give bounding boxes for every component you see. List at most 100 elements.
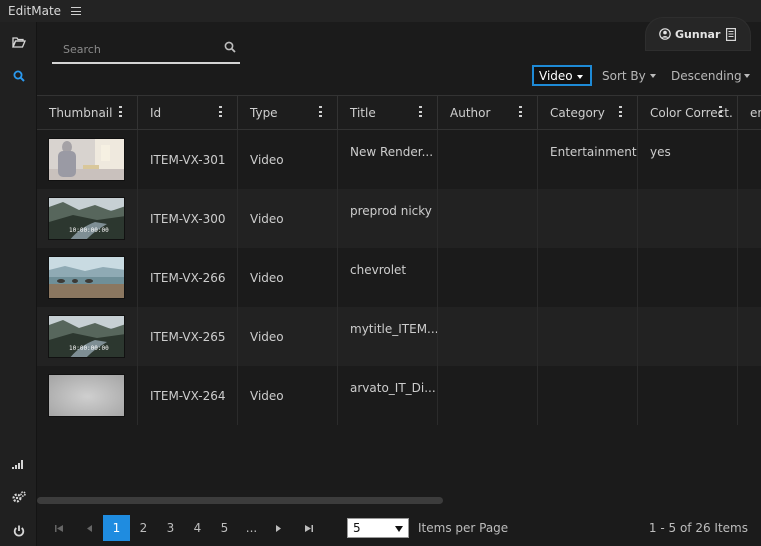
items-range-text: 1 - 5 of 26 Items xyxy=(648,521,748,535)
search-box xyxy=(52,36,240,64)
triangle-down-icon xyxy=(395,526,403,532)
color-correct-cell xyxy=(638,248,738,307)
column-header-color-correct[interactable]: Color Correct. xyxy=(638,96,738,130)
video-thumbnail[interactable]: 10:00:00:00 xyxy=(48,197,125,240)
timecode-label: 10:00:00:00 xyxy=(69,227,109,234)
column-header-id[interactable]: Id xyxy=(138,96,238,130)
gears-icon[interactable] xyxy=(0,482,37,512)
next-page-icon[interactable] xyxy=(265,515,292,541)
column-header-type[interactable]: Type xyxy=(238,96,338,130)
author-cell xyxy=(438,366,538,425)
video-thumbnail[interactable] xyxy=(48,256,125,299)
caret-down-icon xyxy=(577,75,583,79)
color-correct-cell xyxy=(638,307,738,366)
first-page-icon[interactable] xyxy=(45,515,72,541)
timecode-label: 10:00:00:00 xyxy=(69,345,109,352)
horizontal-scrollbar[interactable] xyxy=(37,497,443,504)
id-cell: ITEM-VX-264 xyxy=(138,366,238,425)
id-cell: ITEM-VX-300 xyxy=(138,189,238,248)
page-button-2[interactable]: 2 xyxy=(130,515,157,541)
type-filter-value: Video xyxy=(539,68,573,83)
id-cell: ITEM-VX-301 xyxy=(138,130,238,189)
user-menu[interactable]: Gunnar xyxy=(645,17,751,51)
column-menu-icon[interactable] xyxy=(319,106,322,117)
type-cell: Video xyxy=(238,189,338,248)
sort-order-dropdown[interactable]: Descending xyxy=(671,69,750,83)
items-per-page-label: Items per Page xyxy=(418,521,509,535)
author-cell xyxy=(438,130,538,189)
column-header-thumbnail[interactable]: Thumbnail xyxy=(37,96,138,130)
color-correct-cell: yes xyxy=(638,130,738,189)
page-button-3[interactable]: 3 xyxy=(157,515,184,541)
app-title: EditMate xyxy=(8,4,62,18)
caret-down-icon xyxy=(650,74,656,78)
video-thumbnail[interactable]: 10:00:00:00 xyxy=(48,315,125,358)
power-icon[interactable] xyxy=(0,516,37,546)
column-header-title[interactable]: Title xyxy=(338,96,438,130)
title-cell: preprod nicky xyxy=(338,189,438,248)
search-icon[interactable] xyxy=(224,41,236,53)
items-per-page-value: 5 xyxy=(353,521,361,535)
sort-by-label: Sort By xyxy=(602,69,646,83)
column-menu-icon[interactable] xyxy=(619,106,622,117)
category-cell xyxy=(538,189,638,248)
page-ellipsis[interactable]: ... xyxy=(238,515,265,541)
column-menu-icon[interactable] xyxy=(219,106,222,117)
search-input[interactable] xyxy=(63,39,213,59)
type-cell: Video xyxy=(238,130,338,189)
folder-open-icon[interactable] xyxy=(0,27,37,57)
column-menu-icon[interactable] xyxy=(119,106,122,117)
items-table: Thumbnail Id Type Title Author Category … xyxy=(37,95,761,425)
title-cell: chevrolet xyxy=(338,248,438,307)
table-row[interactable]: ITEM-VX-301 Video New Render... Entertai… xyxy=(37,130,761,189)
prev-page-icon[interactable] xyxy=(76,515,103,541)
top-bar: EditMate xyxy=(0,0,761,22)
thumbnail-cell: 10:00:00:00 xyxy=(37,307,138,366)
page-button-4[interactable]: 4 xyxy=(184,515,211,541)
en-cell xyxy=(738,366,761,425)
category-cell xyxy=(538,307,638,366)
sort-by-dropdown[interactable]: Sort By xyxy=(602,69,656,83)
column-header-author[interactable]: Author xyxy=(438,96,538,130)
thumbnail-cell xyxy=(37,248,138,307)
color-correct-cell xyxy=(638,189,738,248)
type-cell: Video xyxy=(238,248,338,307)
title-cell: arvato_IT_Di... xyxy=(338,366,438,425)
table-row[interactable]: ITEM-VX-264 Video arvato_IT_Di... xyxy=(37,366,761,425)
category-cell xyxy=(538,248,638,307)
author-cell xyxy=(438,307,538,366)
type-filter-select[interactable]: Video xyxy=(532,65,592,86)
last-page-icon[interactable] xyxy=(295,515,322,541)
page-button-1[interactable]: 1 xyxy=(103,515,130,541)
video-thumbnail[interactable] xyxy=(48,374,125,417)
column-menu-icon[interactable] xyxy=(419,106,422,117)
en-cell xyxy=(738,130,761,189)
type-cell: Video xyxy=(238,307,338,366)
author-cell xyxy=(438,189,538,248)
page-button-5[interactable]: 5 xyxy=(211,515,238,541)
category-cell: Entertainment xyxy=(538,130,638,189)
left-nav-rail xyxy=(0,22,37,546)
color-correct-cell xyxy=(638,366,738,425)
table-row[interactable]: ITEM-VX-266 Video chevrolet xyxy=(37,248,761,307)
thumbnail-cell xyxy=(37,130,138,189)
user-name: Gunnar xyxy=(675,27,721,41)
id-cell: ITEM-VX-265 xyxy=(138,307,238,366)
video-thumbnail[interactable] xyxy=(48,138,125,181)
column-header-en[interactable]: en xyxy=(738,96,761,130)
hamburger-menu-icon[interactable] xyxy=(71,7,82,15)
column-header-category[interactable]: Category xyxy=(538,96,638,130)
user-circle-icon xyxy=(659,28,671,40)
document-icon[interactable] xyxy=(726,28,736,41)
signal-bars-icon[interactable] xyxy=(0,449,37,479)
table-row[interactable]: 10:00:00:00 ITEM-VX-265 Video mytitle_IT… xyxy=(37,307,761,366)
en-cell xyxy=(738,307,761,366)
search-icon[interactable] xyxy=(0,61,37,91)
table-header: Thumbnail Id Type Title Author Category … xyxy=(37,95,761,130)
thumbnail-cell xyxy=(37,366,138,425)
table-row[interactable]: 10:00:00:00 ITEM-VX-300 Video preprod ni… xyxy=(37,189,761,248)
column-menu-icon[interactable] xyxy=(719,106,722,117)
items-per-page-select[interactable]: 5 xyxy=(347,518,409,538)
type-cell: Video xyxy=(238,366,338,425)
column-menu-icon[interactable] xyxy=(519,106,522,117)
